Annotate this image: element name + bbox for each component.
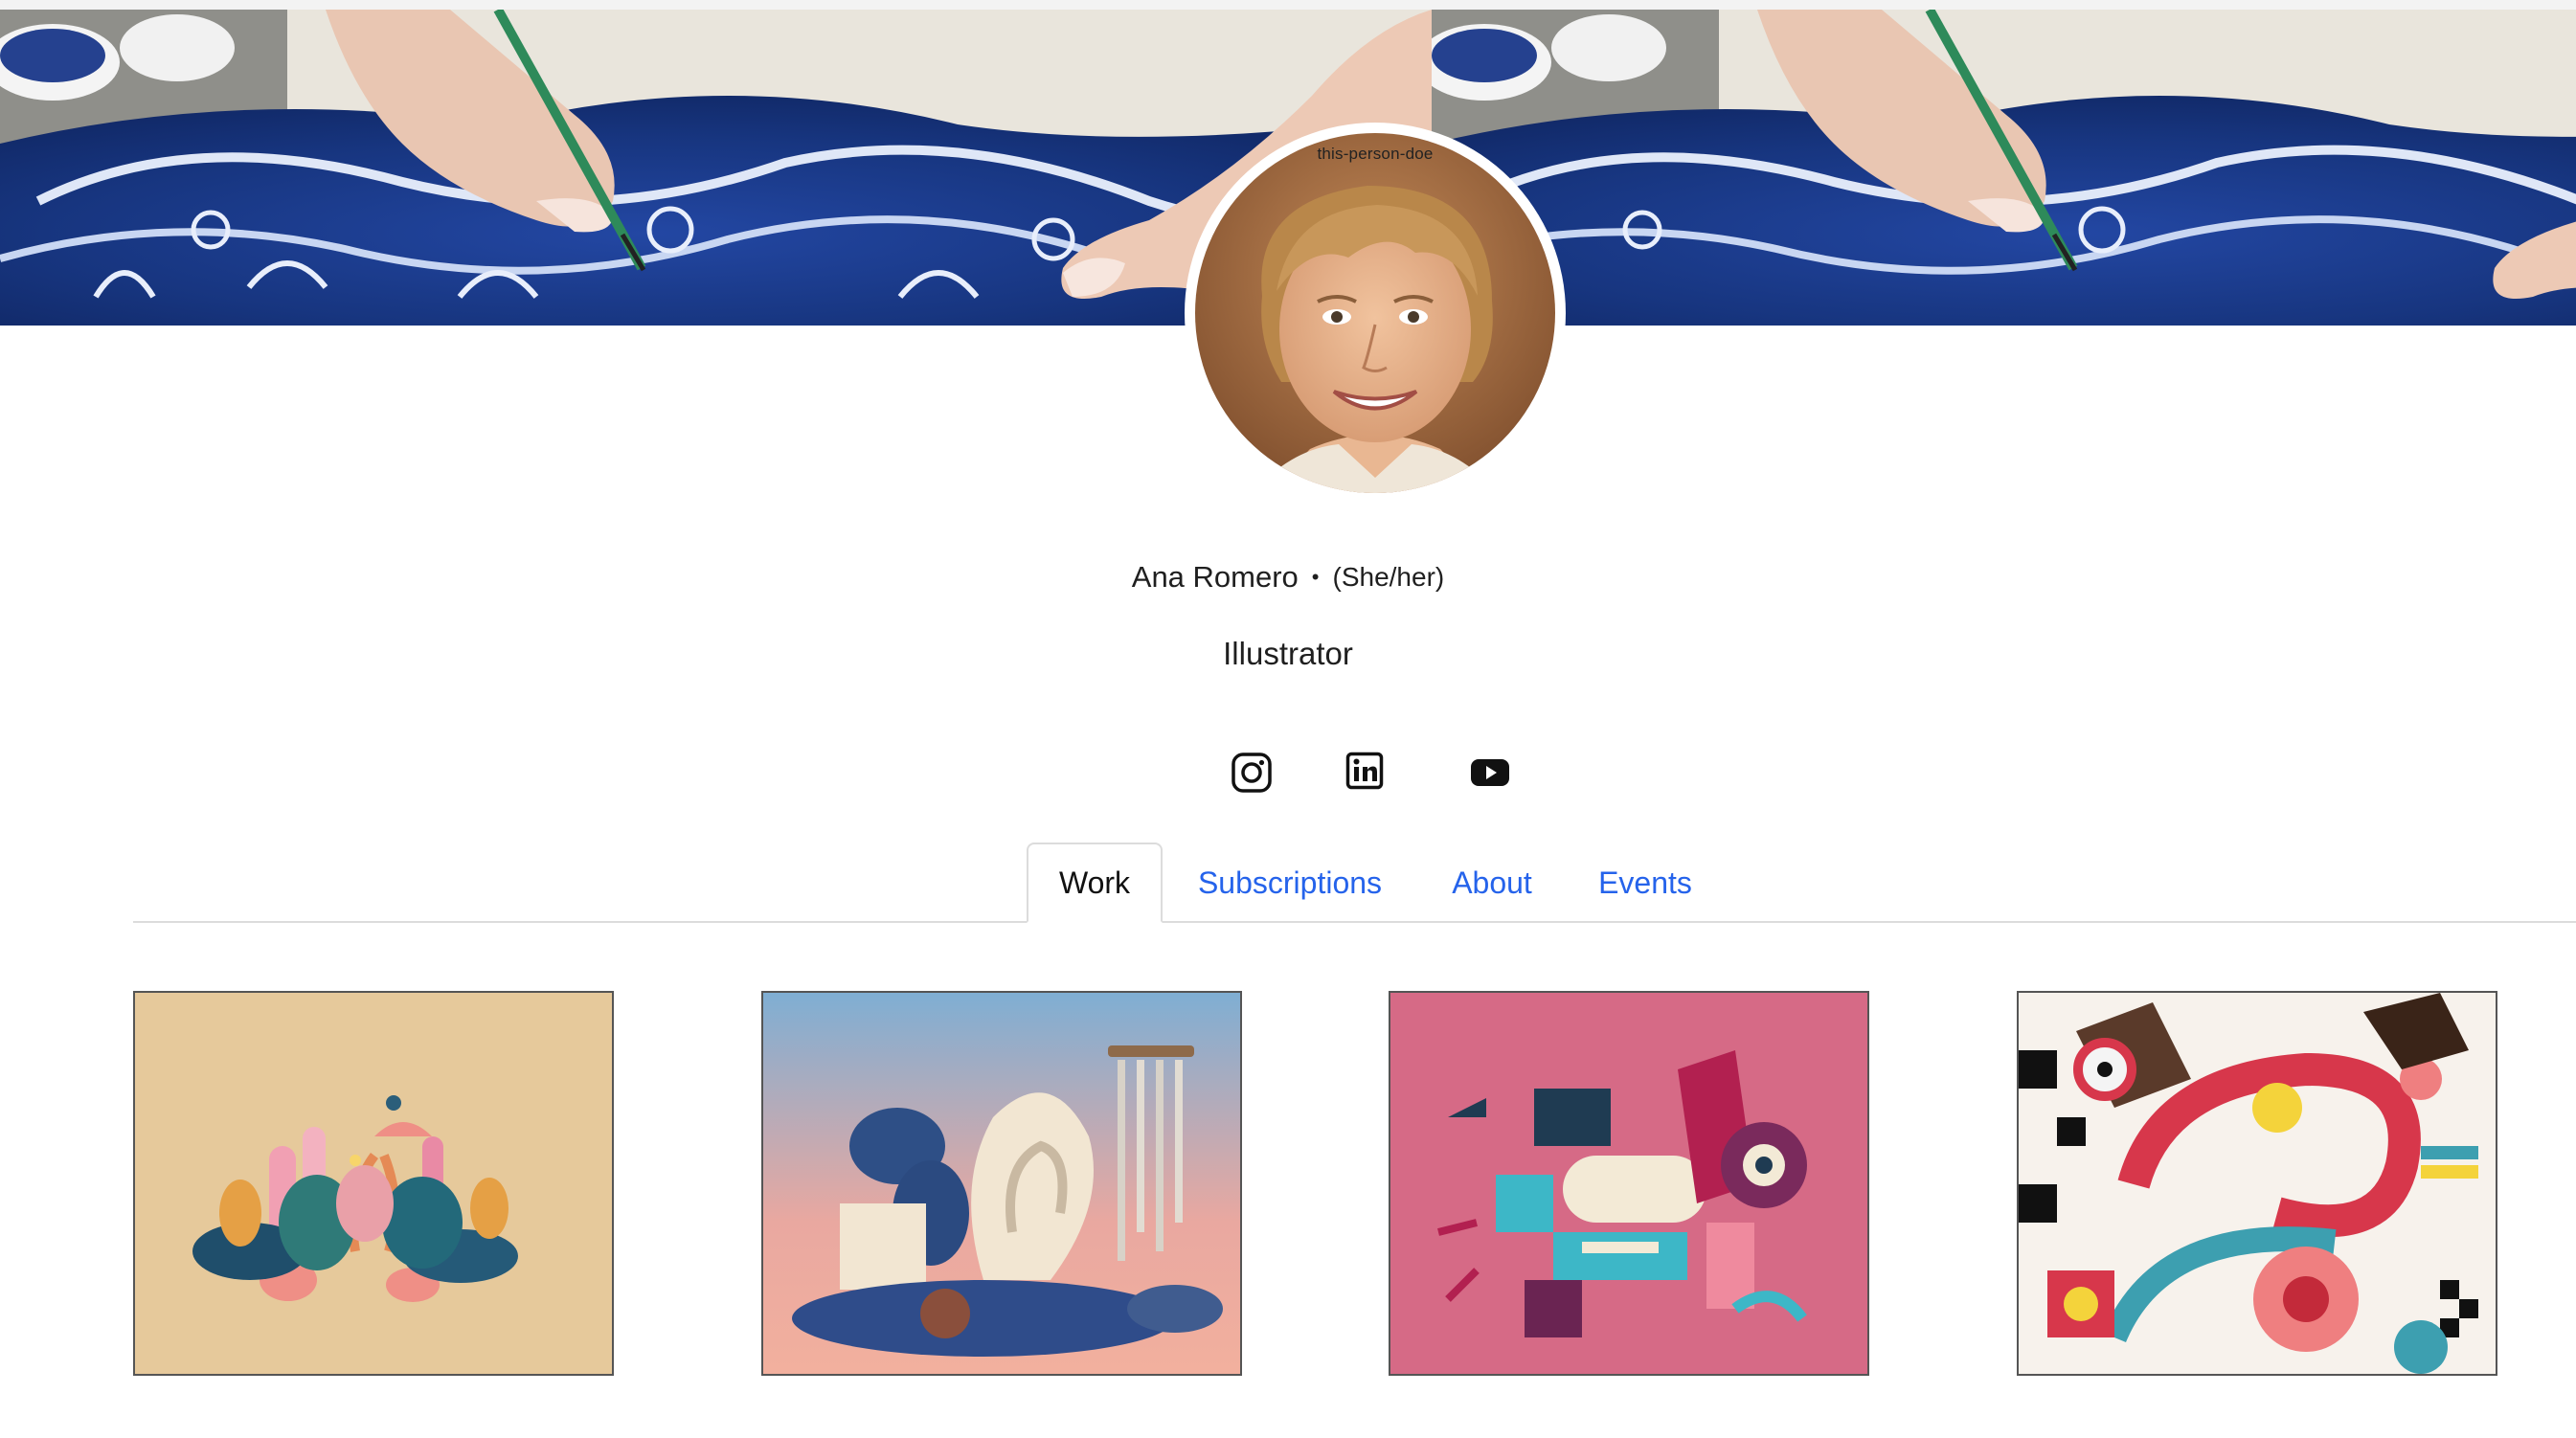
tab-subscriptions[interactable]: Subscriptions — [1180, 843, 1400, 923]
avatar-alt-text: this-person-doe — [1317, 145, 1434, 163]
work-image — [763, 993, 1240, 1374]
linkedin-icon — [1345, 752, 1384, 790]
profile-page: this-person-doe Ana Romero • (She/her) I… — [0, 0, 2576, 1438]
avatar-photo: this-person-doe — [1195, 133, 1555, 493]
tab-about[interactable]: About — [1436, 843, 1548, 923]
work-image — [1390, 993, 1867, 1374]
top-strip — [0, 0, 2576, 10]
avatar: this-person-doe — [1185, 123, 1566, 504]
work-image — [2019, 993, 2496, 1374]
profile-role: Illustrator — [1223, 636, 1353, 671]
tab-events[interactable]: Events — [1590, 843, 1701, 923]
work-image — [135, 993, 612, 1374]
name-separator: • — [1311, 565, 1320, 589]
work-thumbnail[interactable] — [761, 991, 1242, 1376]
tab-work[interactable]: Work — [1027, 843, 1163, 923]
instagram-link[interactable] — [1231, 752, 1273, 798]
cover-image-repeat — [1432, 10, 2576, 326]
work-thumbnail[interactable] — [133, 991, 614, 1376]
profile-name: Ana Romero — [1131, 560, 1299, 594]
profile-pronouns: (She/her) — [1332, 562, 1445, 592]
linkedin-link[interactable] — [1345, 752, 1384, 798]
instagram-icon — [1232, 753, 1272, 793]
youtube-link[interactable] — [1470, 752, 1510, 798]
work-thumbnail[interactable] — [1389, 991, 1869, 1376]
youtube-icon — [1471, 759, 1509, 786]
name-row: Ana Romero • (She/her) — [0, 560, 2576, 595]
work-thumbnail[interactable] — [2017, 991, 2497, 1376]
